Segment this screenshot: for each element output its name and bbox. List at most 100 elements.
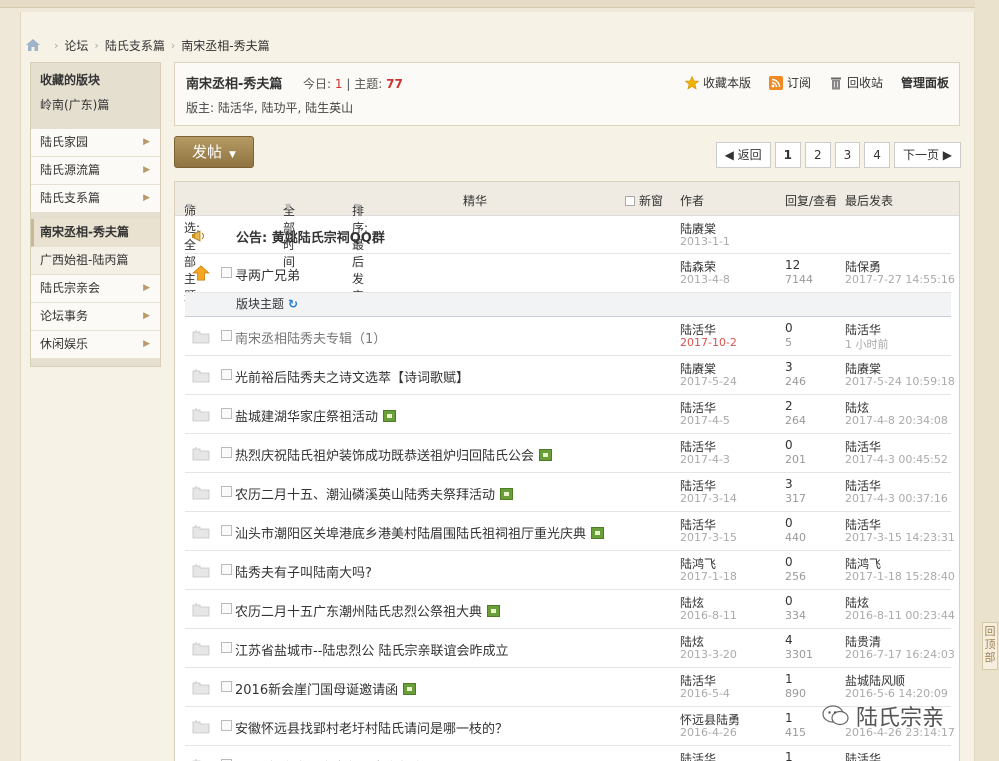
table-row[interactable]: 公告: 黄姚陆氏宗祠QQ群 陆赓棠 2013-1-1 — [185, 218, 951, 254]
sidebar-item-guangxi[interactable]: 广西始祖-陆丙篇 — [31, 247, 160, 275]
thread-title-link[interactable]: 2016新会崖门宋文化研究会年会 — [235, 757, 424, 761]
thread-checkbox[interactable] — [221, 603, 232, 614]
new-post-button[interactable]: 发帖 ▼ — [174, 136, 254, 168]
last-post-time[interactable]: 2017-4-3 00:37:16 — [845, 492, 948, 505]
trash-icon — [830, 77, 841, 89]
breadcrumb-current[interactable]: 南宋丞相-秀夫篇 — [181, 37, 269, 54]
thread-title-link[interactable]: 南宋丞相陆秀夫专辑（1） — [235, 328, 386, 347]
sidebar-item-origin[interactable]: 陆氏源流篇 ▶ — [31, 157, 160, 185]
last-post-time[interactable]: 2016-8-11 00:23:44 — [845, 609, 955, 622]
last-post-time[interactable]: 2017-3-15 14:23:31 — [845, 531, 955, 544]
sidebar-item-forum-affairs[interactable]: 论坛事务 ▶ — [31, 303, 160, 331]
folder-icon — [192, 525, 210, 539]
thread-checkbox[interactable] — [221, 330, 232, 341]
thread-title-text: 公告: 黄姚陆氏宗祠QQ群 — [236, 231, 385, 246]
last-post-time[interactable]: 2017-7-27 14:55:16 — [845, 273, 955, 286]
last-poster-link[interactable]: 陆活华 — [845, 750, 881, 761]
refresh-icon[interactable]: ↻ — [288, 297, 298, 311]
thread-title-link[interactable]: 陆秀夫有子叫陆南大吗? — [235, 562, 372, 581]
image-attachment-icon — [500, 488, 514, 500]
thread-checkbox[interactable] — [221, 642, 232, 653]
favorite-forum-button[interactable]: 收藏本版 — [684, 74, 751, 91]
arrow-right-icon: ▶ — [143, 193, 150, 203]
next-page-button[interactable]: 下一页 ▶ — [893, 142, 961, 168]
last-post-time[interactable]: 2017-5-24 10:59:18 — [845, 375, 955, 388]
table-row[interactable]: 南宋丞相陆秀夫专辑（1） 陆活华 2017-10-2 0 5 陆活华 1 小时前 — [185, 317, 951, 356]
table-row[interactable]: 江苏省盐城市--陆忠烈公 陆氏宗亲联谊会昨成立 陆炫 2013-3-20 4 3301 陆… — [185, 629, 955, 668]
thread-title-text: 盐城建湖华家庄祭祖活动 — [235, 410, 379, 425]
sidebar-item-leisure[interactable]: 休闲娱乐 ▶ — [31, 331, 160, 359]
back-to-top-button[interactable]: 回顶部 — [982, 622, 998, 670]
page-2[interactable]: 2 — [805, 142, 831, 168]
thread-checkbox[interactable] — [221, 720, 232, 731]
last-post-time[interactable]: 2016-5-6 14:20:09 — [845, 687, 948, 700]
forum-stats: 今日: 1 | 主题: 77 — [303, 75, 403, 92]
next-page-label: 下一页 — [902, 148, 939, 162]
thread-date: 2016-4-26 — [680, 726, 737, 739]
last-post-time[interactable]: 1 小时前 — [845, 336, 889, 352]
new-window-checkbox[interactable] — [625, 195, 635, 206]
thread-checkbox[interactable] — [221, 408, 232, 419]
thread-title-link[interactable]: 安徽怀远县找郢村老圩村陆氏请问是哪一枝的？ — [235, 718, 508, 737]
thread-checkbox[interactable] — [221, 681, 232, 692]
breadcrumb-category-link[interactable]: 陆氏支系篇 — [105, 37, 165, 54]
table-row[interactable]: 寻两广兄弟 陆森荣 2013-4-8 12 7144 陆保勇 2017-7-27 14:55… — [185, 254, 955, 293]
last-post-time[interactable]: 2017-1-18 15:28:40 — [845, 570, 955, 583]
table-row[interactable]: 农历二月十五广东潮州陆氏忠烈公祭祖大典 陆炫 2016-8-11 0 334 陆炫 2016… — [185, 590, 955, 629]
breadcrumb-forum-link[interactable]: 论坛 — [64, 37, 88, 54]
recycle-bin-button[interactable]: 回收站 — [829, 74, 883, 91]
thread-checkbox[interactable] — [221, 525, 232, 536]
rss-icon — [768, 75, 783, 90]
table-row[interactable]: 陆秀夫有子叫陆南大吗? 陆鸿飞 2017-1-18 0 256 陆鸿飞 2017-1-18 … — [185, 551, 955, 590]
sidebar-item-xiufu[interactable]: 南宋丞相-秀夫篇 — [31, 219, 160, 247]
thread-title-text: 陆秀夫有子叫陆南大吗? — [235, 566, 372, 581]
thread-title-link[interactable]: 盐城建湖华家庄祭祖活动 — [235, 406, 397, 425]
thread-title-link[interactable]: 农历二月十五广东潮州陆氏忠烈公祭祖大典 — [235, 601, 501, 620]
thread-checkbox[interactable] — [221, 564, 232, 575]
table-row[interactable]: 汕头市潮阳区关埠港底乡港美村陆眉围陆氏祖祠祖厅重光庆典 陆活华 2017-3-15 0… — [185, 512, 955, 551]
thread-title-link[interactable]: 热烈庆祝陆氏祖炉装饰成功既恭送祖炉归回陆氏公会 — [235, 445, 553, 464]
thread-author-link[interactable]: 陆活华 — [680, 750, 716, 761]
wechat-icon — [822, 705, 849, 726]
page-3[interactable]: 3 — [834, 142, 861, 168]
arrow-left-icon: ◀ — [724, 148, 738, 162]
top-strip — [0, 0, 999, 8]
page-1[interactable]: 1 — [774, 142, 802, 168]
new-window-toggle[interactable]: 新窗 — [625, 192, 663, 209]
last-post-time[interactable]: 2016-7-17 16:24:03 — [845, 648, 955, 661]
table-row[interactable]: 2016新会崖门宋文化研究会年会 陆活华 1 陆活华 — [185, 746, 951, 761]
thread-title-text: 江苏省盐城市--陆忠烈公 陆氏宗亲联谊会昨成立 — [235, 644, 509, 659]
home-icon[interactable] — [26, 39, 40, 51]
thread-title-link[interactable]: 汕头市潮阳区关埠港底乡港美村陆眉围陆氏祖祠祖厅重光庆典 — [235, 523, 605, 542]
table-row[interactable]: 光前裕后陆秀夫之诗文选萃【诗词歌赋】 陆赓棠 2017-5-24 3 246 陆赓棠 201… — [185, 356, 955, 395]
thread-title-link[interactable]: 光前裕后陆秀夫之诗文选萃【诗词歌赋】 — [235, 367, 469, 386]
thread-checkbox[interactable] — [221, 267, 232, 278]
sidebar-item-home[interactable]: 陆氏家园 ▶ — [31, 129, 160, 157]
thread-title-link[interactable]: 农历二月十五、潮汕磷溪英山陆秀夫祭拜活动 — [235, 484, 514, 503]
favorite-forum-link[interactable]: 岭南(广东)篇 — [40, 96, 151, 113]
forum-actions: 收藏本版 订阅 回收站 管理面板 — [684, 74, 949, 91]
table-row[interactable]: 盐城建湖华家庄祭祖活动 陆活华 2017-4-5 2 264 陆炫 2017-4-8 20:… — [185, 395, 951, 434]
view-count: 201 — [785, 453, 806, 466]
digest-filter[interactable]: 精华 — [463, 192, 487, 209]
thread-title-link[interactable]: 寻两广兄弟 — [235, 265, 300, 284]
subscribe-label: 订阅 — [786, 76, 811, 90]
last-post-time[interactable]: 2017-4-8 20:34:08 — [845, 414, 948, 427]
page-4[interactable]: 4 — [864, 142, 890, 168]
table-row[interactable]: 热烈庆祝陆氏祖炉装饰成功既恭送祖炉归回陆氏公会 陆活华 2017-4-3 0 201 陆活… — [185, 434, 951, 473]
stats-separator: | — [346, 77, 351, 91]
subscribe-button[interactable]: 订阅 — [768, 74, 811, 91]
last-post-time[interactable]: 2017-4-3 00:45:52 — [845, 453, 948, 466]
back-button[interactable]: ◀ 返回 — [715, 142, 771, 168]
table-row[interactable]: 农历二月十五、潮汕磷溪英山陆秀夫祭拜活动 陆活华 2017-3-14 3 317 陆活华 2… — [185, 473, 951, 512]
thread-checkbox[interactable] — [221, 486, 232, 497]
thread-checkbox[interactable] — [221, 447, 232, 458]
breadcrumb-separator: › — [94, 38, 99, 52]
thread-checkbox[interactable] — [221, 369, 232, 380]
thread-title-link[interactable]: 公告: 黄姚陆氏宗祠QQ群 — [236, 227, 385, 246]
thread-title-link[interactable]: 江苏省盐城市--陆忠烈公 陆氏宗亲联谊会昨成立 — [235, 640, 509, 659]
admin-panel-button[interactable]: 管理面板 — [901, 74, 949, 91]
sidebar-item-clan-association[interactable]: 陆氏宗亲会 ▶ — [31, 275, 160, 303]
thread-title-link[interactable]: 2016新会崖门国母诞邀请函 — [235, 679, 417, 698]
sidebar-item-branches[interactable]: 陆氏支系篇 ▶ — [31, 185, 160, 213]
